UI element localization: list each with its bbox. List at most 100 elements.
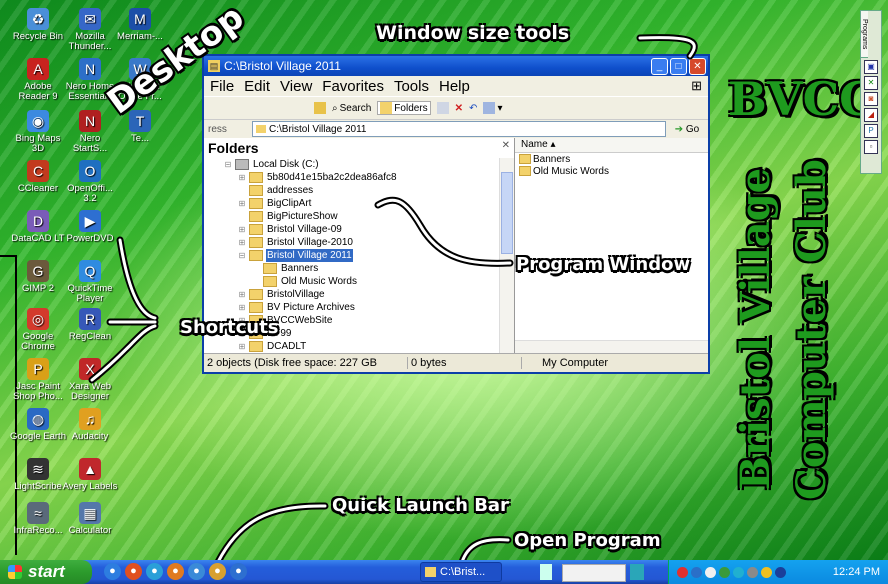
- name-column-header[interactable]: Name ▴: [515, 138, 708, 153]
- quick-launch-icon[interactable]: ●: [167, 563, 184, 580]
- maximize-button[interactable]: □: [670, 57, 687, 75]
- desktop-shortcut[interactable]: P Jasc Paint Shop Pho...: [10, 358, 66, 402]
- pen-tool-icon[interactable]: [540, 564, 552, 580]
- desktop-shortcut[interactable]: O OpenOffi... 3.2: [62, 160, 118, 204]
- menu-file[interactable]: File: [210, 78, 234, 95]
- tree-node[interactable]: ⊞ 5b80d41e15ba2c2dea86afc8: [204, 171, 514, 184]
- address-input[interactable]: C:\Bristol Village 2011: [252, 121, 666, 137]
- desktop-shortcut[interactable]: R RegClean: [62, 308, 118, 342]
- go-button[interactable]: ➔ Go: [666, 124, 708, 135]
- desktop-shortcut[interactable]: ≈ InfraReco...: [10, 502, 66, 536]
- desktop-shortcut[interactable]: M Merriam-...: [112, 8, 168, 42]
- expand-toggle-icon[interactable]: ⊞: [238, 236, 246, 249]
- desktop-shortcut[interactable]: C CCleaner: [10, 160, 66, 194]
- views-button[interactable]: ▾: [483, 102, 502, 114]
- file-list-item[interactable]: Banners: [515, 153, 708, 165]
- expand-toggle-icon[interactable]: ⊞: [238, 301, 246, 314]
- start-button[interactable]: start: [0, 560, 92, 584]
- minimize-button[interactable]: _: [651, 57, 668, 75]
- sidebar-app-icon[interactable]: P: [864, 124, 878, 138]
- tray-icon[interactable]: [677, 566, 688, 578]
- expand-toggle-icon[interactable]: ⊟: [238, 249, 246, 262]
- tree-node[interactable]: ⊟ Bristol Village 2011: [204, 249, 514, 262]
- desktop-shortcut[interactable]: ≋ LightScribe: [10, 458, 66, 492]
- menu-tools[interactable]: Tools: [394, 78, 429, 95]
- close-button[interactable]: ✕: [689, 57, 706, 75]
- quick-launch-icon[interactable]: ●: [146, 563, 163, 580]
- search-button[interactable]: ⌕ Search: [332, 103, 371, 114]
- expand-toggle-icon[interactable]: ⊞: [238, 340, 246, 353]
- quick-launch-icon[interactable]: ●: [209, 563, 226, 580]
- move-to-button[interactable]: [436, 102, 449, 114]
- desktop-shortcut[interactable]: ◎ Google Chrome: [10, 308, 66, 352]
- quick-launch-icon[interactable]: ●: [230, 563, 247, 580]
- tree-node[interactable]: Old Music Words: [204, 275, 514, 288]
- scroll-thumb[interactable]: [501, 172, 513, 254]
- desktop-shortcut[interactable]: ♻ Recycle Bin: [10, 8, 66, 42]
- desktop-shortcut[interactable]: X Xara Web Designer: [62, 358, 118, 402]
- file-list-item[interactable]: Old Music Words: [515, 165, 708, 177]
- programs-tab[interactable]: Programs: [861, 11, 868, 58]
- tray-icon[interactable]: [719, 566, 730, 578]
- tree-node[interactable]: ⊞ DCADLT: [204, 340, 514, 353]
- tree-node[interactable]: ⊞ BigClipArt: [204, 197, 514, 210]
- up-folder-button[interactable]: [314, 102, 326, 114]
- menu-view[interactable]: View: [280, 78, 312, 95]
- expand-toggle-icon[interactable]: ⊞: [238, 171, 246, 184]
- tree-node[interactable]: addresses: [204, 184, 514, 197]
- tree-node[interactable]: Banners: [204, 262, 514, 275]
- undo-button[interactable]: ↶: [469, 103, 477, 114]
- sidebar-app-icon[interactable]: ✕: [864, 76, 878, 90]
- desktop-shortcut[interactable]: Q QuickTime Player: [62, 260, 118, 304]
- desktop-shortcut[interactable]: A Adobe Reader 9: [10, 58, 66, 102]
- desktop-shortcut[interactable]: G GIMP 2: [10, 260, 66, 294]
- close-pane-icon[interactable]: ✕: [502, 140, 510, 151]
- tray-icon[interactable]: [747, 566, 758, 578]
- expand-toggle-icon[interactable]: ⊞: [238, 223, 246, 236]
- sidebar-app-icon[interactable]: ▣: [864, 60, 878, 74]
- desktop-shortcut[interactable]: ♫ Audacity: [62, 408, 118, 442]
- desktop-shortcut[interactable]: D DataCAD LT: [10, 210, 66, 244]
- toolbar-icon[interactable]: [630, 564, 644, 580]
- shortcut-icon: R: [79, 308, 101, 330]
- folders-button[interactable]: Folders: [377, 101, 431, 115]
- tree-node-label: Local Disk (C:): [253, 159, 319, 170]
- desktop-shortcut[interactable]: N Nero StartS...: [62, 110, 118, 154]
- desktop-shortcut[interactable]: ◉ Bing Maps 3D: [10, 110, 66, 154]
- sidebar-app-icon[interactable]: ◙: [864, 92, 878, 106]
- desktop-shortcut[interactable]: ▲ Avery Labels: [62, 458, 118, 492]
- menu-help[interactable]: Help: [439, 78, 470, 95]
- vertical-scrollbar[interactable]: [499, 158, 514, 354]
- tray-icon[interactable]: [733, 566, 744, 578]
- sidebar-app-icon[interactable]: ▫: [864, 140, 878, 154]
- window-titlebar[interactable]: ▤ C:\Bristol Village 2011 _ □ ✕: [204, 56, 708, 76]
- tray-icon[interactable]: [761, 566, 772, 578]
- desktop-shortcut[interactable]: ◍ Google Earth: [10, 408, 66, 442]
- taskbar-clock[interactable]: 12:24 PM: [833, 566, 880, 578]
- tray-icon[interactable]: [691, 566, 702, 578]
- menu-edit[interactable]: Edit: [244, 78, 270, 95]
- quick-launch-icon[interactable]: ●: [188, 563, 205, 580]
- nero-toolbar[interactable]: [562, 564, 626, 582]
- sidebar-app-icon[interactable]: ◢: [864, 108, 878, 122]
- open-program-button[interactable]: C:\Brist...: [420, 562, 502, 582]
- tree-node[interactable]: ⊞ BristolVillage: [204, 288, 514, 301]
- expand-toggle-icon[interactable]: ⊟: [224, 158, 232, 171]
- tree-node[interactable]: BigPictureShow: [204, 210, 514, 223]
- expand-toggle-icon[interactable]: ⊞: [238, 288, 246, 301]
- desktop-shortcut[interactable]: ▶ PowerDVD: [62, 210, 118, 244]
- quick-launch-icon[interactable]: ●: [104, 563, 121, 580]
- tray-icon[interactable]: [705, 566, 716, 578]
- delete-button[interactable]: ✕: [455, 103, 463, 114]
- tree-node[interactable]: ⊞ BV Picture Archives: [204, 301, 514, 314]
- desktop-shortcut[interactable]: ✉ Mozilla Thunder...: [62, 8, 118, 52]
- tree-node[interactable]: ⊞ Bristol Village-2010: [204, 236, 514, 249]
- horizontal-scrollbar[interactable]: [515, 340, 708, 354]
- menu-favorites[interactable]: Favorites: [322, 78, 384, 95]
- quick-launch-icon[interactable]: ●: [125, 563, 142, 580]
- desktop-shortcut[interactable]: ▦ Calculator: [62, 502, 118, 536]
- tree-node[interactable]: ⊞ Bristol Village-09: [204, 223, 514, 236]
- tray-icon[interactable]: [775, 566, 786, 578]
- expand-toggle-icon[interactable]: ⊞: [238, 197, 246, 210]
- tree-node[interactable]: ⊟ Local Disk (C:): [204, 158, 514, 171]
